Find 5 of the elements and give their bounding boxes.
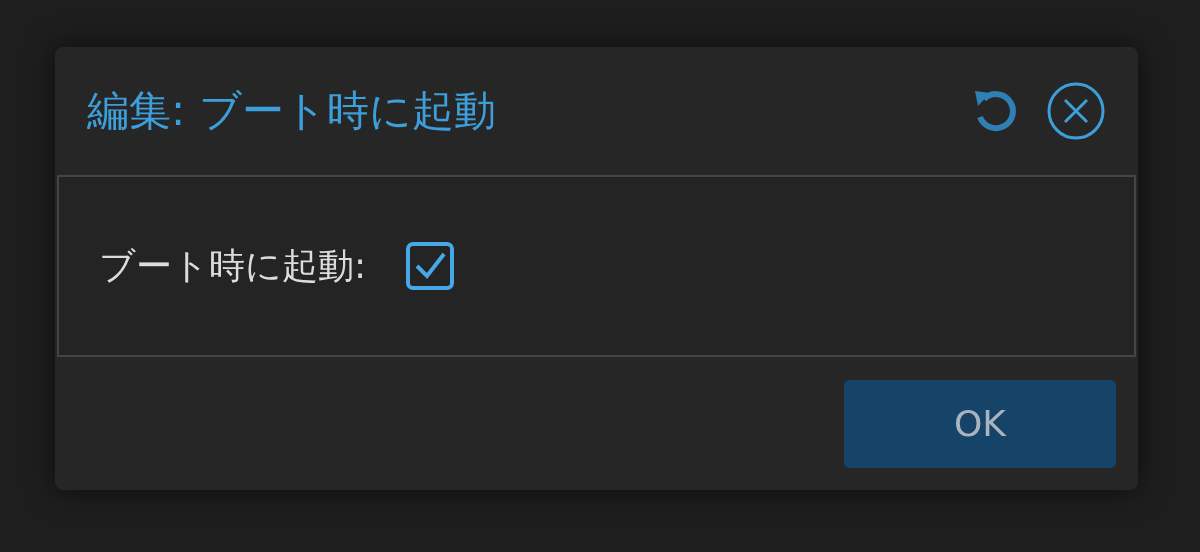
close-icon[interactable]	[1046, 81, 1106, 141]
checkbox[interactable]	[406, 242, 455, 290]
dialog-title: 編集: ブート時に起動	[87, 85, 496, 137]
field-label: ブート時に起動:	[99, 244, 367, 288]
ok-button[interactable]: OK	[844, 379, 1116, 468]
